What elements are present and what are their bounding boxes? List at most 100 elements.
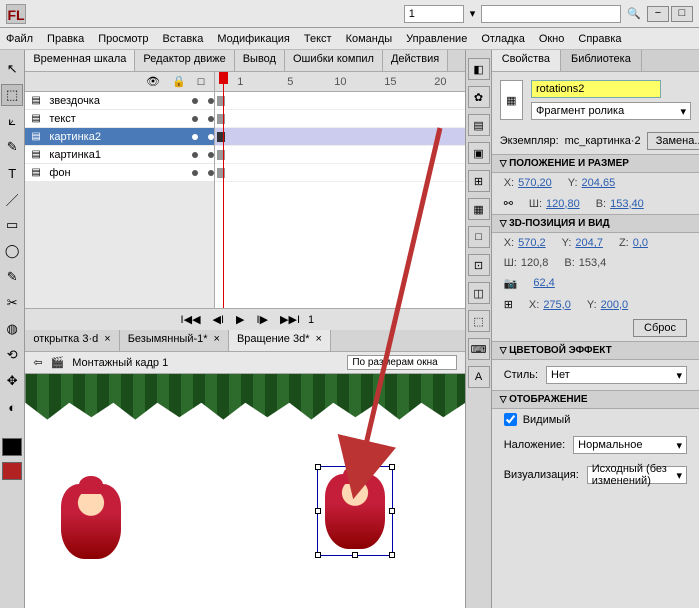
tab-properties[interactable]: Свойства (492, 50, 561, 71)
stage-object-santa-1[interactable] (61, 484, 121, 559)
doc-tab[interactable]: Вращение 3d*× (229, 330, 331, 351)
maximize-button[interactable]: □ (671, 6, 693, 22)
tab-motion-editor[interactable]: Редактор движе (135, 50, 234, 71)
resize-handle[interactable] (315, 464, 321, 470)
x-value[interactable]: 570,20 (518, 177, 552, 189)
pencil-tool[interactable]: ✎ (1, 266, 23, 288)
visible-checkbox[interactable] (504, 413, 517, 426)
layer-row[interactable]: ▤картинка1 (25, 146, 214, 164)
menu-window[interactable]: Окно (539, 33, 565, 45)
resize-handle[interactable] (315, 552, 321, 558)
menu-edit[interactable]: Правка (47, 33, 84, 45)
dock-icon[interactable]: ✿ (468, 86, 490, 108)
menu-commands[interactable]: Команды (346, 33, 393, 45)
layer-row[interactable]: ▤фон (25, 164, 214, 182)
layer-row[interactable]: ▤звездочка (25, 92, 214, 110)
y-value[interactable]: 204,65 (582, 177, 616, 189)
tab-library[interactable]: Библиотека (561, 50, 642, 71)
tab-output[interactable]: Вывод (235, 50, 285, 71)
dock-icon[interactable]: □ (468, 226, 490, 248)
oval-tool[interactable]: ◯ (1, 240, 23, 262)
brush-tool[interactable]: ✂ (1, 292, 23, 314)
dock-icon[interactable]: ⌨ (468, 338, 490, 360)
3d-y-value[interactable]: 204,7 (575, 237, 603, 249)
reset-button[interactable]: Сброс (633, 319, 687, 337)
vanish-x-value[interactable]: 275,0 (543, 299, 571, 311)
layer-row[interactable]: ▤текст (25, 110, 214, 128)
dock-icon[interactable]: ▣ (468, 142, 490, 164)
blend-dropdown[interactable]: Нормальное▾ (573, 436, 687, 454)
eraser-tool[interactable]: ✥ (1, 370, 23, 392)
doc-tab[interactable]: Безымянный-1*× (120, 330, 229, 351)
layer-row[interactable]: ▤картинка2 (25, 128, 214, 146)
instance-name-input[interactable] (531, 80, 661, 98)
dock-icon[interactable]: ▤ (468, 114, 490, 136)
menu-view[interactable]: Просмотр (98, 33, 148, 45)
help-search-input[interactable] (481, 5, 621, 23)
close-icon[interactable]: × (316, 333, 322, 348)
hand-tool[interactable]: ◐ (1, 396, 23, 418)
paint-bucket-tool[interactable]: ◍ (1, 318, 23, 340)
menu-modify[interactable]: Модификация (217, 33, 290, 45)
zoom-dropdown[interactable]: По размерам окна (347, 355, 457, 370)
free-transform-tool[interactable]: ⟀ (1, 110, 23, 132)
workspace-chevron-icon[interactable]: ▾ (470, 7, 476, 20)
3d-z-value[interactable]: 0,0 (633, 237, 648, 249)
selection-tool[interactable]: ↖ (1, 58, 23, 80)
color-style-dropdown[interactable]: Нет▾ (546, 366, 687, 384)
3d-x-value[interactable]: 570,2 (518, 237, 546, 249)
width-value[interactable]: 120,80 (546, 198, 580, 210)
resize-handle[interactable] (389, 552, 395, 558)
menu-text[interactable]: Текст (304, 33, 332, 45)
close-icon[interactable]: × (214, 333, 220, 348)
step-back-button[interactable]: ◀I (209, 312, 229, 327)
tab-compiler-errors[interactable]: Ошибки компил (285, 50, 383, 71)
render-dropdown[interactable]: Исходный (без изменений)▾ (587, 466, 687, 484)
rewind-button[interactable]: I◀◀ (177, 312, 205, 327)
close-icon[interactable]: × (104, 333, 110, 348)
menu-insert[interactable]: Вставка (162, 33, 203, 45)
dock-icon[interactable]: ⊞ (468, 170, 490, 192)
rectangle-tool[interactable]: ▭ (1, 214, 23, 236)
outline-icon[interactable]: □ (198, 76, 205, 88)
lasso-tool[interactable]: ✎ (1, 136, 23, 158)
lock-icon[interactable]: 🔒 (172, 75, 186, 88)
workspace-field[interactable] (404, 5, 464, 23)
line-tool[interactable]: ／ (1, 188, 23, 210)
tab-actions[interactable]: Действия (383, 50, 448, 71)
step-forward-button[interactable]: I▶ (253, 312, 273, 327)
dock-icon[interactable]: ▦ (468, 198, 490, 220)
eyedropper-tool[interactable]: ⟲ (1, 344, 23, 366)
stage-canvas[interactable] (25, 374, 465, 608)
doc-tab[interactable]: открытка 3·d× (25, 330, 119, 351)
text-tool[interactable]: T (1, 162, 23, 184)
fill-color-swatch[interactable] (2, 462, 22, 480)
section-color-effect[interactable]: ЦВЕТОВОЙ ЭФФЕКТ (492, 341, 699, 360)
section-position-size[interactable]: ПОЛОЖЕНИЕ И РАЗМЕР (492, 154, 699, 173)
resize-handle[interactable] (352, 552, 358, 558)
visibility-icon[interactable]: 👁 (146, 75, 160, 88)
link-icon[interactable]: ⚯ (504, 197, 513, 210)
section-display[interactable]: ОТОБРАЖЕНИЕ (492, 390, 699, 409)
playhead[interactable] (223, 72, 224, 308)
selection-box[interactable] (317, 466, 393, 556)
subselection-tool[interactable]: ⬚ (1, 84, 23, 106)
height-value[interactable]: 153,40 (610, 198, 644, 210)
back-arrow-icon[interactable]: ⇦ (33, 356, 42, 369)
menu-file[interactable]: Файл (6, 33, 33, 45)
dock-icon[interactable]: ◫ (468, 282, 490, 304)
search-icon[interactable]: 🔍 (627, 7, 641, 20)
dock-icon[interactable]: ◧ (468, 58, 490, 80)
menu-debug[interactable]: Отладка (481, 33, 524, 45)
vanish-y-value[interactable]: 200,0 (601, 299, 629, 311)
resize-handle[interactable] (389, 464, 395, 470)
symbol-type-dropdown[interactable]: Фрагмент ролика▾ (531, 102, 691, 120)
menu-help[interactable]: Справка (578, 33, 621, 45)
resize-handle[interactable] (352, 464, 358, 470)
resize-handle[interactable] (389, 508, 395, 514)
end-button[interactable]: ▶▶I (276, 312, 304, 327)
menu-control[interactable]: Управление (406, 33, 467, 45)
resize-handle[interactable] (315, 508, 321, 514)
dock-icon[interactable]: A (468, 366, 490, 388)
swap-button[interactable]: Замена... (647, 132, 699, 150)
